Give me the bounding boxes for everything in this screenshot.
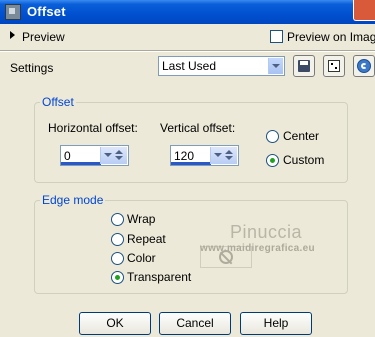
repeat-label[interactable]: Repeat	[127, 232, 166, 246]
close-button[interactable]	[353, 0, 375, 21]
watermark-site: www.maidiregrafica.eu	[200, 243, 315, 254]
settings-select[interactable]: Last Used	[158, 56, 285, 76]
dice-icon	[328, 60, 340, 72]
horizontal-offset-label: Horizontal offset:	[48, 121, 138, 135]
window-title: Offset	[27, 4, 66, 19]
help-button[interactable]: Help	[240, 312, 312, 335]
preview-on-image-label[interactable]: Preview on Image	[287, 30, 375, 44]
offset-group-title: Offset	[40, 95, 76, 109]
randomize-button[interactable]	[323, 55, 345, 77]
reset-icon	[357, 59, 371, 73]
settings-label: Settings	[10, 61, 54, 75]
color-radio[interactable]	[111, 252, 124, 265]
center-radio[interactable]	[266, 130, 279, 143]
vertical-offset-slider[interactable]	[171, 162, 211, 165]
wrap-radio[interactable]	[111, 213, 124, 226]
chevron-down-icon[interactable]	[268, 58, 283, 74]
app-icon	[5, 4, 21, 20]
spinner-arrows-icon[interactable]	[100, 147, 127, 164]
horizontal-offset-input[interactable]: 0	[60, 145, 129, 166]
ok-button[interactable]: OK	[79, 312, 151, 335]
reset-button[interactable]	[353, 55, 375, 77]
horizontal-offset-slider[interactable]	[61, 162, 101, 165]
horizontal-offset-value: 0	[64, 149, 71, 163]
expand-arrow-icon[interactable]	[10, 31, 15, 39]
floppy-disk-icon	[298, 60, 310, 72]
vertical-offset-input[interactable]: 120	[170, 145, 239, 166]
center-label[interactable]: Center	[283, 129, 319, 143]
watermark-name: Pinuccia	[230, 222, 303, 242]
custom-label[interactable]: Custom	[283, 153, 324, 167]
transparent-label[interactable]: Transparent	[127, 270, 191, 284]
preview-toggle[interactable]: Preview	[22, 30, 65, 44]
wrap-label[interactable]: Wrap	[127, 212, 155, 226]
edge-mode-group-title: Edge mode	[40, 193, 106, 207]
repeat-radio[interactable]	[111, 233, 124, 246]
save-preset-button[interactable]	[293, 55, 315, 77]
settings-select-value: Last Used	[162, 59, 217, 73]
spinner-arrows-icon[interactable]	[210, 147, 237, 164]
color-label[interactable]: Color	[127, 251, 156, 265]
vertical-offset-label: Vertical offset:	[160, 121, 236, 135]
cancel-button[interactable]: Cancel	[159, 312, 231, 335]
divider	[0, 50, 375, 52]
custom-radio[interactable]	[266, 154, 279, 167]
transparent-radio[interactable]	[111, 271, 124, 284]
vertical-offset-value: 120	[174, 149, 195, 163]
preview-on-image-checkbox[interactable]	[270, 30, 283, 43]
